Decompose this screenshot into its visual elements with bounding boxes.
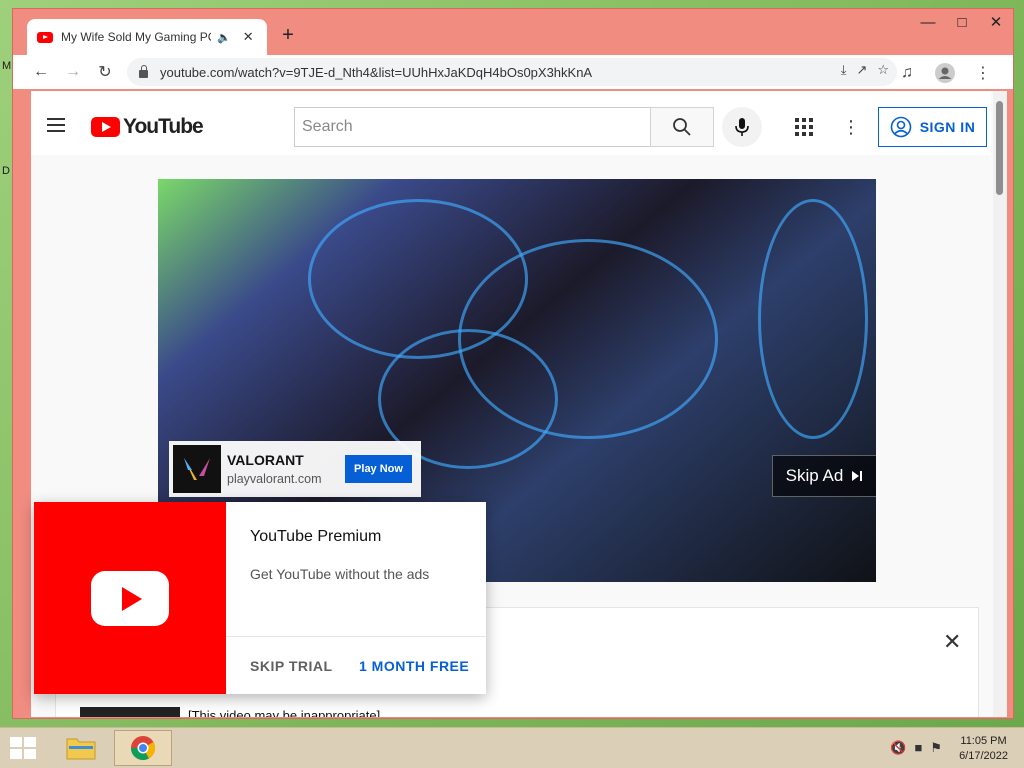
desktop-icon-fragment[interactable]: M (2, 60, 11, 72)
action-center-icon[interactable]: ⚑ (930, 740, 942, 756)
profile-avatar-icon[interactable] (929, 57, 961, 89)
premium-banner (34, 502, 226, 694)
ad-domain: playvalorant.com (227, 472, 322, 486)
youtube-play-icon (91, 570, 169, 626)
system-tray: 🔇 ■ ⚑ (890, 740, 942, 756)
close-window-button[interactable]: ✕ (979, 9, 1013, 35)
skip-trial-button[interactable]: SKIP TRIAL (250, 658, 333, 674)
youtube-logo[interactable]: YouTube (91, 115, 204, 139)
lock-icon[interactable] (139, 64, 148, 78)
valorant-logo-icon (173, 445, 221, 493)
share-icon[interactable]: ↗ (856, 62, 867, 78)
tab-title: My Wife Sold My Gaming PC (61, 30, 211, 44)
month-free-button[interactable]: 1 MONTH FREE (359, 658, 469, 674)
skip-next-icon (852, 471, 863, 481)
forward-arrow-icon[interactable]: → (57, 56, 89, 88)
system-clock[interactable]: 11:05 PM 6/17/2022 (959, 734, 1008, 764)
close-tab-icon[interactable]: ✕ (243, 29, 254, 45)
account-icon (890, 116, 911, 138)
taskbar: 🔇 ■ ⚑ 11:05 PM 6/17/2022 (0, 727, 1024, 768)
settings-menu-icon[interactable]: ⋮ (833, 109, 869, 145)
bookmark-star-icon[interactable]: ☆ (877, 62, 889, 78)
microphone-icon (735, 118, 749, 136)
premium-subtitle: Get YouTube without the ads (250, 566, 430, 582)
video-frame-texture (758, 199, 868, 439)
scrollbar[interactable] (993, 91, 1007, 717)
browser-tab[interactable]: My Wife Sold My Gaming PC 🔈 ✕ (27, 19, 267, 55)
install-icon[interactable]: ⤓ (841, 62, 847, 78)
premium-promo-dialog: YouTube Premium Get YouTube without the … (34, 502, 486, 694)
audio-playing-icon[interactable]: 🔈 (217, 31, 231, 44)
youtube-header: YouTube Search ⋮ SIGN IN (31, 91, 991, 155)
apps-grid-button[interactable] (786, 109, 822, 145)
browser-menu-icon[interactable]: ⋮ (967, 57, 999, 89)
youtube-logo-text: YouTube (123, 115, 204, 138)
browser-toolbar: ← → ↻ youtube.com/watch?v=9TJE-d_Nth4&li… (13, 55, 1013, 89)
scrollbar-thumb[interactable] (996, 101, 1003, 195)
file-explorer-button[interactable] (62, 732, 100, 764)
search-placeholder: Search (302, 118, 353, 135)
search-button[interactable] (650, 107, 714, 147)
reload-icon[interactable]: ↻ (89, 56, 121, 88)
premium-title: YouTube Premium (250, 528, 382, 545)
ad-brand: VALORANT (227, 452, 304, 468)
minimize-button[interactable]: — (911, 9, 945, 35)
ad-play-now-button[interactable]: Play Now (345, 455, 412, 483)
search-icon (673, 118, 691, 136)
ad-overlay-card[interactable]: VALORANT playvalorant.com Play Now (169, 441, 421, 497)
folder-icon (66, 738, 96, 760)
sign-in-label: SIGN IN (919, 119, 976, 135)
clock-date: 6/17/2022 (959, 750, 1008, 762)
skip-ad-label: Skip Ad (785, 466, 844, 485)
clock-time: 11:05 PM (960, 735, 1007, 747)
skip-ad-button[interactable]: Skip Ad (772, 455, 876, 497)
window-controls: — □ ✕ (911, 9, 1013, 35)
sign-in-button[interactable]: SIGN IN (878, 107, 987, 147)
new-tab-button[interactable]: + (277, 25, 299, 47)
close-icon[interactable]: ✕ (943, 629, 961, 655)
media-control-icon[interactable]: ♫ (891, 57, 923, 89)
network-icon[interactable]: ■ (914, 740, 922, 756)
search-input[interactable]: Search (294, 107, 651, 147)
voice-search-button[interactable] (722, 107, 762, 147)
youtube-logo-icon (91, 117, 120, 137)
video-thumbnail[interactable] (80, 707, 180, 717)
start-button[interactable] (10, 737, 38, 761)
chrome-icon (131, 736, 156, 761)
url-text: youtube.com/watch?v=9TJE-d_Nth4&list=UUh… (160, 64, 593, 80)
back-arrow-icon[interactable]: ← (25, 56, 57, 88)
desktop-icon-fragment[interactable]: D (2, 165, 10, 177)
volume-muted-icon[interactable]: 🔇 (890, 740, 906, 756)
hamburger-menu-icon[interactable] (47, 118, 65, 132)
youtube-favicon-icon (37, 31, 53, 43)
inappropriate-notice: [This video may be inappropriate] (188, 708, 381, 717)
divider (226, 636, 486, 637)
address-bar[interactable]: youtube.com/watch?v=9TJE-d_Nth4&list=UUh… (127, 58, 897, 86)
apps-grid-icon (795, 118, 813, 136)
chrome-taskbar-button[interactable] (114, 730, 172, 766)
maximize-button[interactable]: □ (945, 9, 979, 35)
